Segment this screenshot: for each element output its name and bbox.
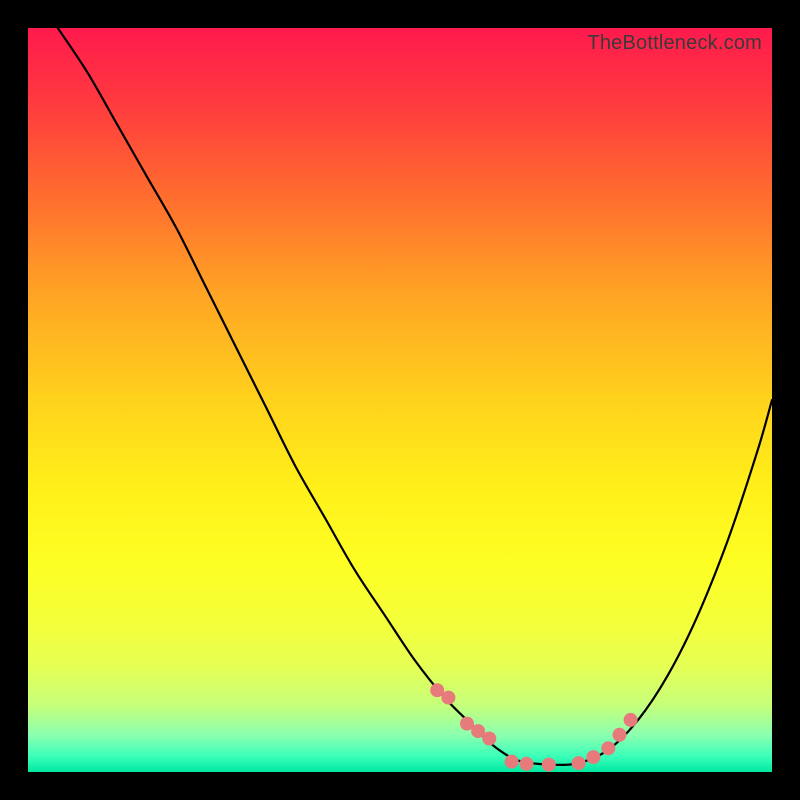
highlight-markers (430, 683, 637, 771)
marker-dot (613, 728, 627, 742)
marker-dot (586, 750, 600, 764)
marker-dot (482, 732, 496, 746)
bottleneck-curve (58, 28, 772, 765)
marker-dot (520, 757, 534, 771)
chart-plot-area: TheBottleneck.com (28, 28, 772, 772)
chart-stage: TheBottleneck.com (0, 0, 800, 800)
marker-dot (505, 755, 519, 769)
marker-dot (441, 691, 455, 705)
marker-dot (601, 741, 615, 755)
marker-dot (572, 756, 586, 770)
chart-svg (28, 28, 772, 772)
marker-dot (624, 713, 638, 727)
marker-dot (542, 758, 556, 772)
